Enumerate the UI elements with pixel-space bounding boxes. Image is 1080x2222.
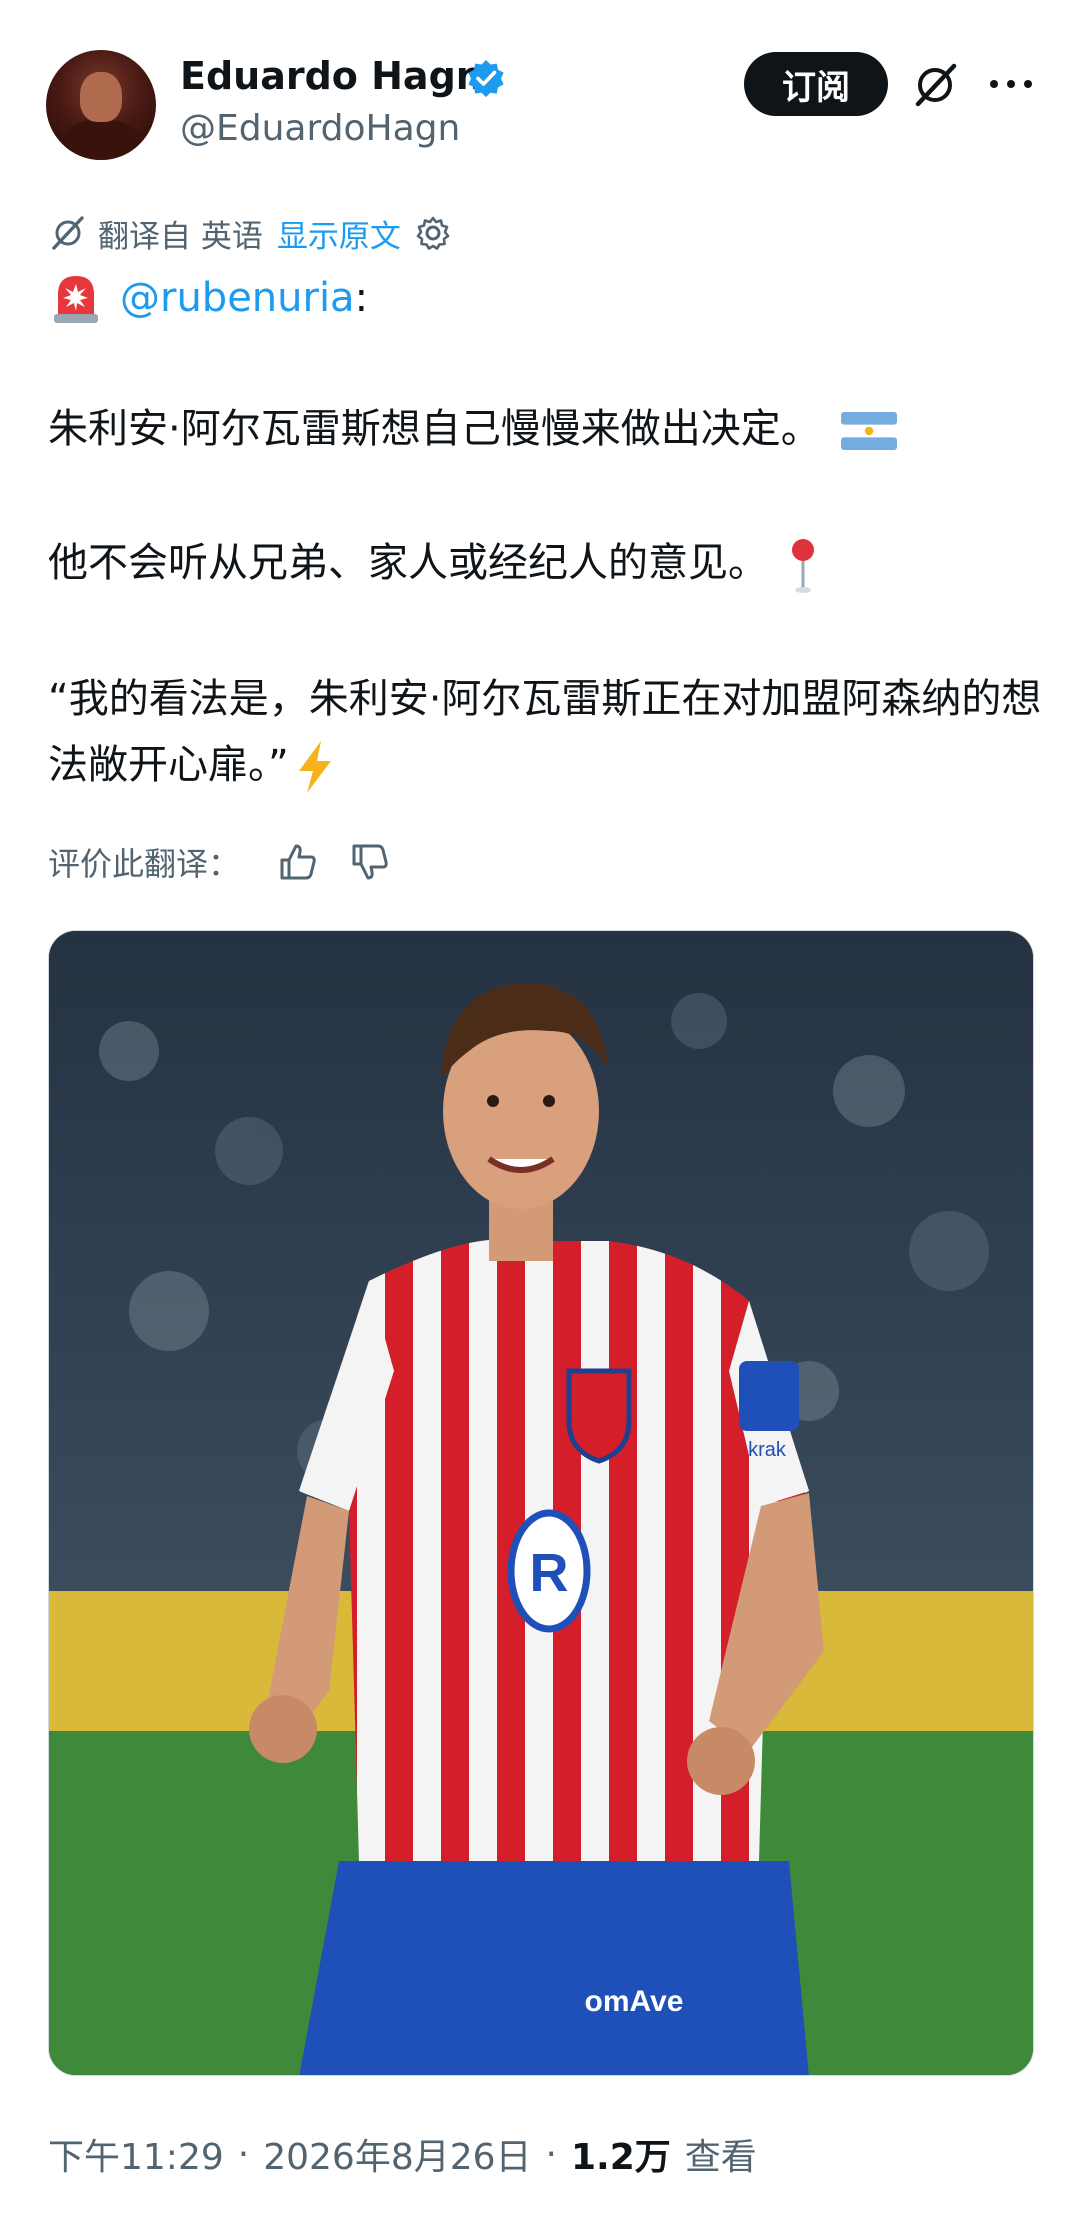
subscribe-button[interactable]: 订阅 bbox=[744, 52, 888, 116]
tweet-photo[interactable]: R krak omAve bbox=[48, 930, 1034, 2076]
translated-from-label: 翻译自 英语 bbox=[98, 218, 263, 255]
tweet-time[interactable]: 下午11:29 bbox=[48, 2128, 224, 2180]
gear-icon[interactable] bbox=[413, 213, 453, 253]
tweet-date[interactable]: 2026年8月26日 bbox=[263, 2128, 531, 2180]
mention-link[interactable]: @rubenuria bbox=[120, 275, 355, 321]
meta-separator: · bbox=[237, 2133, 250, 2175]
views-label: 查看 bbox=[684, 2137, 757, 2178]
meta-separator: · bbox=[545, 2133, 557, 2175]
author-name[interactable]: Eduardo Hagn bbox=[180, 54, 483, 98]
verified-badge-icon bbox=[468, 60, 504, 97]
lightning-icon bbox=[298, 741, 331, 793]
shorts-sponsor-text: omAve bbox=[585, 1985, 684, 2018]
pushpin-icon bbox=[792, 539, 814, 593]
show-original-link[interactable]: 显示原文 bbox=[277, 211, 401, 256]
grok-icon[interactable] bbox=[910, 60, 960, 110]
tweet-text-line-1: 朱利安·阿尔瓦雷斯想自己慢慢来做出决定。 bbox=[48, 396, 1048, 462]
avatar[interactable] bbox=[46, 50, 156, 160]
translation-row: 翻译自 英语 显示原文 bbox=[48, 208, 453, 258]
tweet-text-1: 朱利安·阿尔瓦雷斯想自己慢慢来做出决定。 bbox=[48, 406, 821, 452]
thumbs-down-icon[interactable] bbox=[348, 840, 392, 884]
tweet-text-line-2: 他不会听从兄弟、家人或经纪人的意见。 bbox=[48, 530, 1048, 596]
sleeve-sponsor-text: krak bbox=[748, 1439, 787, 1461]
mention-row: @rubenuria : bbox=[48, 270, 368, 326]
tweet-text-line-3: “我的看法是，朱利安·阿尔瓦雷斯正在对加盟阿森纳的想法敞开心扉。” bbox=[48, 666, 1048, 798]
author-handle[interactable]: @EduardoHagn bbox=[180, 108, 460, 149]
mention-colon: : bbox=[354, 275, 369, 321]
rate-translation-label: 评价此翻译： bbox=[48, 845, 241, 883]
siren-emoji-icon bbox=[54, 276, 98, 323]
views-count: 1.2万 bbox=[571, 2137, 671, 2178]
avatar-face bbox=[80, 72, 122, 122]
tweet-text-2: 他不会听从兄弟、家人或经纪人的意见。 bbox=[48, 540, 768, 586]
translate-icon bbox=[52, 216, 84, 250]
thumbs-up-icon[interactable] bbox=[276, 840, 320, 884]
rate-translation-row: 评价此翻译： bbox=[48, 836, 420, 888]
player-photo-illustration: R krak omAve bbox=[49, 931, 1033, 2075]
tweet-meta: 下午11:29 · 2026年8月26日 · 1.2万 查看 bbox=[48, 2128, 757, 2180]
svg-text:R: R bbox=[530, 1543, 569, 1603]
more-icon[interactable] bbox=[984, 64, 1038, 104]
avatar-body bbox=[64, 120, 138, 160]
tweet-text-3: “我的看法是，朱利安·阿尔瓦雷斯正在对加盟阿森纳的想法敞开心扉。” bbox=[48, 676, 1042, 788]
argentina-flag-icon bbox=[840, 412, 897, 450]
tweet-header: Eduardo Hagn @EduardoHagn 订阅 bbox=[0, 0, 1080, 180]
